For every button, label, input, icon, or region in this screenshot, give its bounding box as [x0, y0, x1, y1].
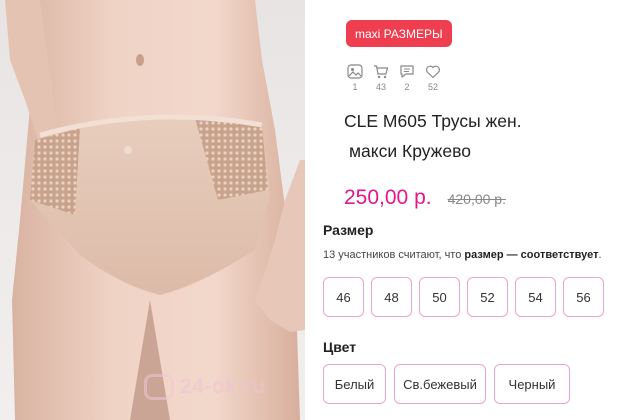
- watermark-text: 24-ok.ru: [180, 375, 266, 398]
- color-option-black[interactable]: Черный: [494, 364, 570, 404]
- size-option-52[interactable]: 52: [467, 277, 508, 317]
- old-price: 420,00 р.: [447, 191, 506, 207]
- size-option-46[interactable]: 46: [323, 277, 364, 317]
- stat-favorites-count: 52: [427, 82, 438, 92]
- product-title-line1: CLE M605 Трусы жен.: [344, 111, 522, 131]
- product-title: CLE M605 Трусы жен. макси Кружево: [344, 108, 522, 164]
- size-note-bold: размер — соответствует: [464, 249, 599, 261]
- stat-photos[interactable]: 1: [344, 64, 366, 92]
- size-options: 46 48 50 52 54 56: [323, 277, 604, 317]
- heart-icon: [425, 65, 441, 79]
- watermark: 24-ok.ru: [144, 374, 266, 400]
- size-option-50[interactable]: 50: [419, 277, 460, 317]
- size-fit-note: 13 участников считают, что размер — соот…: [323, 249, 602, 261]
- color-option-white[interactable]: Белый: [323, 364, 386, 404]
- product-image-illustration: [5, 0, 305, 420]
- size-note-prefix: 13 участников считают, что: [323, 249, 465, 261]
- comment-icon: [400, 65, 414, 78]
- maxi-sizes-badge[interactable]: maxi РАЗМЕРЫ: [346, 20, 452, 47]
- stat-cart-count: 43: [375, 82, 386, 92]
- size-heading: Размер: [323, 222, 374, 238]
- watermark-logo: [144, 374, 174, 400]
- cart-icon: [374, 65, 389, 79]
- stat-photos-count: 1: [352, 82, 358, 92]
- size-option-48[interactable]: 48: [371, 277, 412, 317]
- current-price: 250,00 р.: [344, 186, 432, 209]
- price-row: 250,00 р. 420,00 р.: [344, 186, 506, 210]
- photo-icon: [347, 64, 363, 79]
- size-note-suffix: .: [598, 249, 602, 261]
- stat-favorites[interactable]: 52: [422, 64, 444, 92]
- size-option-54[interactable]: 54: [515, 277, 556, 317]
- size-option-56[interactable]: 56: [563, 277, 604, 317]
- stat-comments[interactable]: 2: [396, 64, 418, 92]
- product-photo[interactable]: 24-ok.ru: [0, 0, 305, 420]
- color-option-light-beige[interactable]: Св.бежевый: [394, 364, 486, 404]
- stat-comments-count: 2: [404, 82, 410, 92]
- color-heading: Цвет: [323, 339, 357, 355]
- color-options: Белый Св.бежевый Черный: [323, 364, 570, 404]
- product-stats: 1 43 2 52: [344, 64, 444, 92]
- product-title-line2: макси Кружево: [349, 141, 471, 161]
- stat-cart[interactable]: 43: [370, 64, 392, 92]
